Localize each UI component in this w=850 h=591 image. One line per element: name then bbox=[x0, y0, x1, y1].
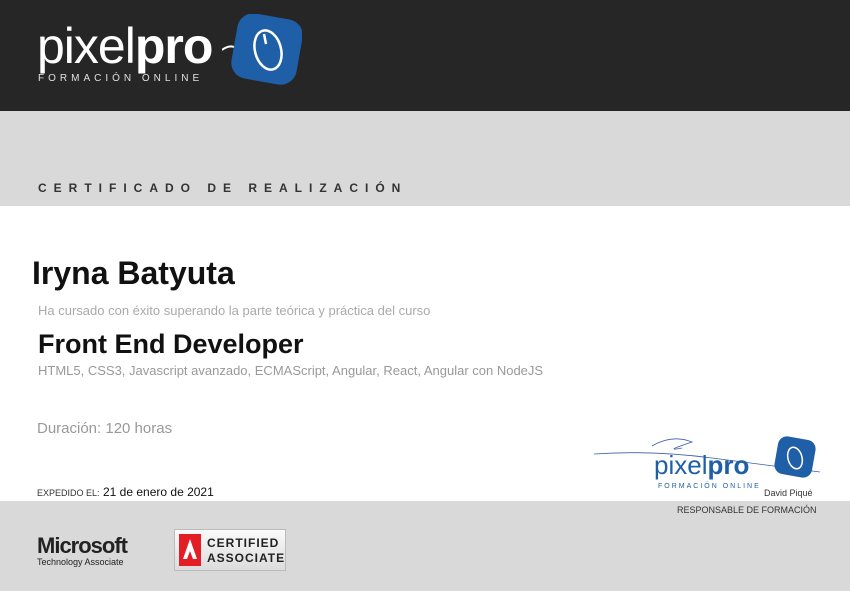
microsoft-badge: Microsoft Technology Associate bbox=[37, 533, 128, 567]
certificate-title: CERTIFICADO DE REALIZACIÓN bbox=[38, 181, 408, 195]
course-duration: Duración: 120 horas bbox=[37, 420, 173, 437]
signer-role: RESPONSABLE DE FORMACIÓN bbox=[677, 505, 817, 515]
mouse-icon bbox=[774, 436, 816, 478]
signature-logo-subtitle: FORMACIÓN ONLINE bbox=[658, 481, 761, 490]
course-topics: HTML5, CSS3, Javascript avanzado, ECMASc… bbox=[38, 363, 544, 378]
logo-word-light: pixel bbox=[37, 18, 136, 74]
adobe-logo-icon bbox=[179, 534, 201, 566]
intro-text: Ha cursado con éxito superando la parte … bbox=[38, 303, 431, 318]
mouse-icon bbox=[222, 14, 302, 85]
recipient-name: Iryna Batyuta bbox=[32, 255, 235, 291]
microsoft-wordmark: Microsoft bbox=[37, 533, 128, 558]
logo-word-bold: pro bbox=[134, 18, 214, 74]
signer-name: David Piqué bbox=[764, 488, 813, 498]
logo-wordmark: pixelpro bbox=[37, 16, 214, 76]
adobe-badge: CERTIFIED ASSOCIATE bbox=[174, 529, 286, 571]
microsoft-subtitle: Technology Associate bbox=[37, 557, 124, 567]
issued-label: EXPEDIDO EL: bbox=[37, 488, 100, 498]
adobe-badge-line2: ASSOCIATE bbox=[207, 551, 286, 565]
logo-subtitle: FORMACIÓN ONLINE bbox=[38, 73, 204, 84]
header-bar: pixelpro FORMACIÓN ONLINE bbox=[0, 0, 850, 111]
adobe-badge-line1: CERTIFIED bbox=[207, 536, 280, 550]
signature-logo: pixelpro FORMACIÓN ONLINE bbox=[593, 436, 821, 490]
course-name: Front End Developer bbox=[38, 329, 304, 359]
issued-date: 21 de enero de 2021 bbox=[103, 485, 214, 499]
signature-logo-word: pixelpro bbox=[654, 450, 749, 480]
